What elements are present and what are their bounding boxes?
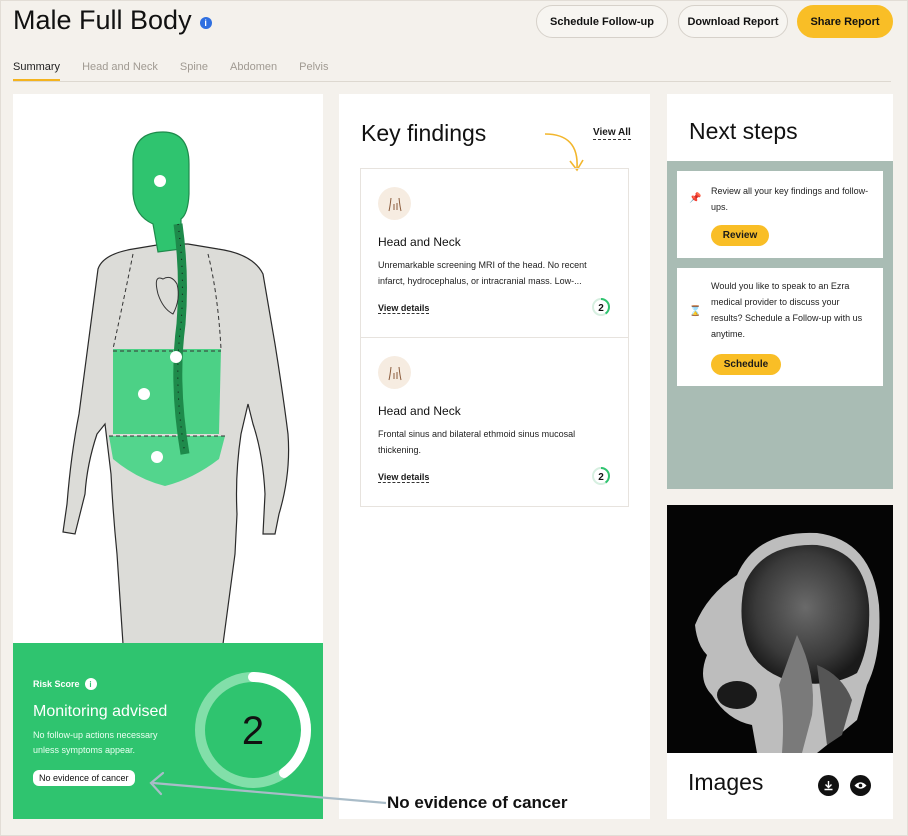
eye-icon[interactable] [850, 775, 871, 796]
risk-title: Monitoring advised [33, 703, 168, 720]
body-illustration [62, 131, 290, 645]
neck-icon [378, 356, 411, 389]
page-title-text: Male Full Body [13, 5, 192, 35]
schedule-card: ⌛ Would you like to speak to an Ezra med… [677, 268, 883, 386]
next-steps-title: Next steps [689, 118, 798, 144]
abdomen-marker[interactable] [138, 388, 150, 400]
finding-score-value: 2 [598, 303, 604, 314]
head-marker[interactable] [154, 175, 166, 187]
no-evidence-badge: No evidence of cancer [33, 770, 135, 786]
finding-item[interactable]: Head and Neck Unremarkable screening MRI… [361, 169, 628, 337]
key-findings-panel: Key findings View All Head and Neck Unre… [339, 94, 650, 819]
tab-pelvis[interactable]: Pelvis [299, 61, 328, 81]
next-steps-header: Next steps [667, 94, 893, 161]
body-map-panel [13, 94, 323, 645]
risk-score-label: Risk Score i [33, 678, 97, 690]
finding-heading: Head and Neck [378, 235, 461, 249]
finding-item[interactable]: Head and Neck Frontal sinus and bilatera… [361, 337, 628, 505]
annotation-arrow [149, 771, 387, 805]
finding-heading: Head and Neck [378, 404, 461, 418]
review-card: 📌 Review all your key findings and follo… [677, 171, 883, 258]
risk-score-label-text: Risk Score [33, 679, 80, 689]
tab-abdomen[interactable]: Abdomen [230, 61, 277, 81]
schedule-card-text: Would you like to speak to an Ezra medic… [711, 281, 863, 339]
share-report-button[interactable]: Share Report [797, 5, 893, 38]
review-button[interactable]: Review [711, 225, 769, 246]
info-icon[interactable]: i [199, 16, 212, 29]
tab-spine[interactable]: Spine [180, 61, 208, 81]
finding-description: Unremarkable screening MRI of the head. … [378, 260, 587, 286]
view-details-link[interactable]: View details [378, 303, 430, 314]
hourglass-icon: ⌛ [689, 306, 702, 317]
tab-summary[interactable]: Summary [13, 61, 61, 81]
images-panel: Images [667, 505, 893, 819]
pelvis-marker[interactable] [151, 451, 163, 463]
finding-score-badge: 2 [592, 298, 610, 316]
download-icon[interactable] [818, 775, 839, 796]
review-card-text: Review all your key findings and follow-… [711, 186, 869, 212]
annotation-label: No evidence of cancer [387, 793, 568, 812]
finding-score-value: 2 [598, 472, 604, 483]
tab-head-and-neck[interactable]: Head and Neck [82, 61, 158, 81]
next-steps-panel: Next steps 📌 Review all your key finding… [667, 94, 893, 489]
key-findings-list: Head and Neck Unremarkable screening MRI… [360, 168, 629, 507]
info-icon[interactable]: i [84, 678, 97, 690]
risk-score-value: 2 [242, 709, 264, 753]
mri-scan-graphic [695, 532, 880, 753]
finding-score-badge: 2 [592, 467, 610, 485]
spine-marker[interactable] [170, 351, 182, 363]
key-findings-title: Key findings [361, 120, 487, 146]
finding-description: Frontal sinus and bilateral ethmoid sinu… [378, 429, 576, 455]
mri-image[interactable] [667, 505, 893, 753]
page-frame: Male Full Body i Schedule Follow-up Down… [0, 0, 908, 836]
abdomen-region[interactable] [113, 349, 221, 434]
images-title: Images [688, 769, 764, 795]
download-report-button[interactable]: Download Report [678, 5, 788, 38]
schedule-button[interactable]: Schedule [711, 354, 781, 375]
page-title: Male Full Body i [13, 5, 212, 36]
view-details-link[interactable]: View details [378, 472, 430, 483]
schedule-follow-up-button[interactable]: Schedule Follow-up [536, 5, 668, 38]
section-tabs: Summary Head and Neck Spine Abdomen Pelv… [13, 61, 891, 82]
risk-description: No follow-up actions necessary unless sy… [33, 730, 158, 755]
neck-icon [378, 187, 411, 220]
view-all-link[interactable]: View All [593, 127, 631, 140]
pin-icon: 📌 [689, 193, 702, 204]
